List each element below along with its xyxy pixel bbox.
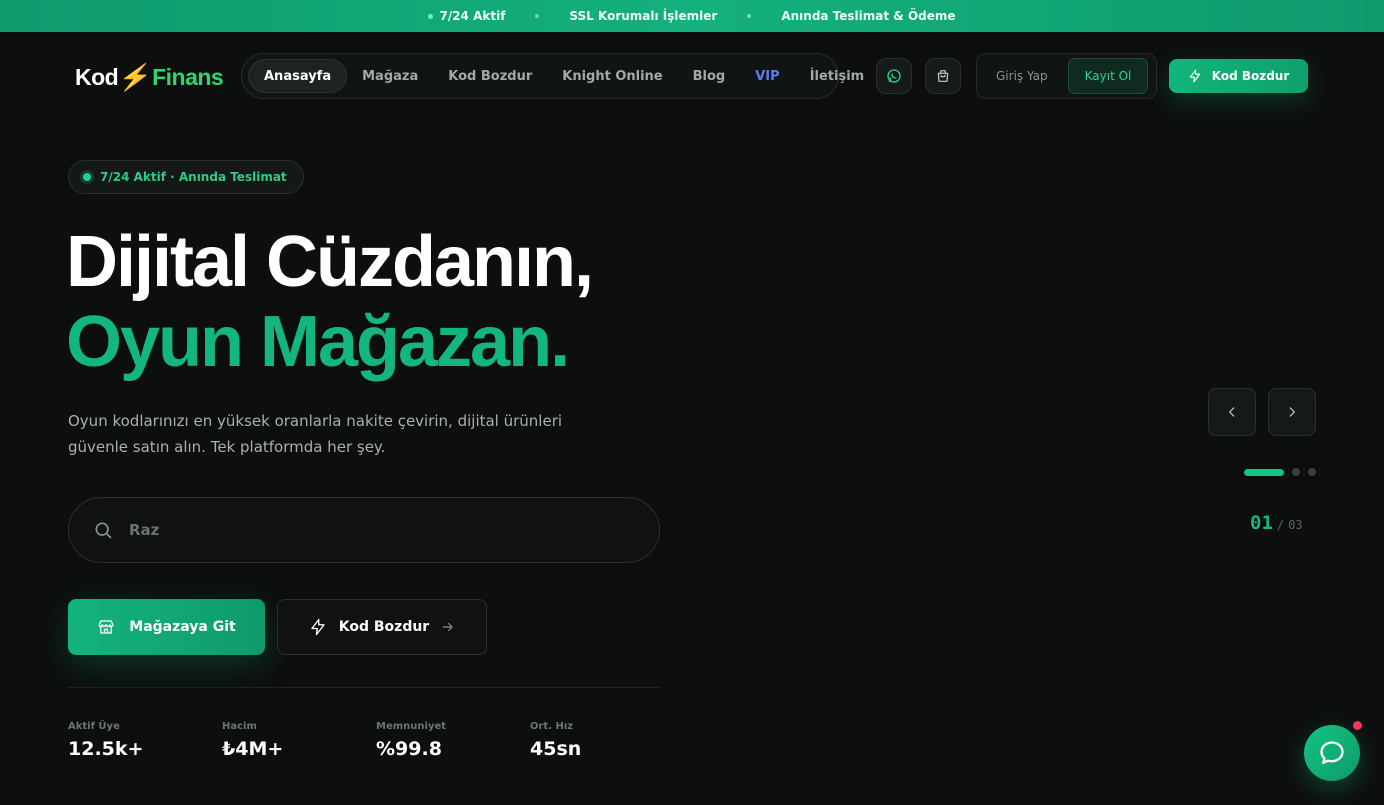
slide-current: 01 [1250, 512, 1273, 534]
search-box [68, 497, 660, 563]
stat-label: Ort. Hız [530, 721, 574, 732]
nav-item-anasayfa[interactable]: Anasayfa [248, 59, 348, 93]
nav-item-iletisim[interactable]: İletişim [795, 59, 880, 93]
logo-text-finans: Finans [152, 63, 224, 90]
stat-value: 12.5k+ [68, 738, 144, 760]
nav-item-knight-online[interactable]: Knight Online [547, 59, 677, 93]
store-icon [98, 620, 114, 634]
status-badge: 7/24 Aktif · Anında Teslimat [68, 160, 304, 194]
separator-dot [535, 14, 540, 18]
go-to-store-button[interactable]: Mağazaya Git [68, 599, 265, 655]
hero-title-line1: Dijital Cüzdanın, [66, 222, 594, 302]
hero-title: Dijital Cüzdanın, Oyun Mağazan. [66, 222, 726, 382]
slider-prev-button[interactable] [1208, 388, 1256, 436]
announcement-text: 7/24 Aktif [439, 9, 506, 23]
lightning-icon [1189, 69, 1200, 83]
hero-description: Oyun kodlarınızı en yüksek oranlarla nak… [68, 412, 563, 456]
chevron-right-icon [1289, 407, 1295, 417]
stat-value: ₺4M+ [222, 738, 284, 760]
status-badge-text: 7/24 Aktif · Anında Teslimat [100, 170, 287, 184]
announcement-item-ssl: SSL Korumalı İşlemler [569, 9, 717, 23]
cart-button[interactable] [925, 58, 961, 94]
announcement-text: Anında Teslimat & Ödeme [781, 9, 956, 23]
slider-dots [1244, 468, 1316, 476]
secondary-button-label: Kod Bozdur [338, 619, 430, 635]
search-icon [95, 522, 112, 539]
slide-counter: 01/03 [1250, 512, 1303, 534]
slider-dot-3[interactable] [1308, 468, 1316, 476]
announcement-bar: 7/24 Aktif SSL Korumalı İşlemler Anında … [0, 0, 1384, 32]
stat-volume: Hacim ₺4M+ [222, 721, 283, 760]
separator-dot [747, 14, 752, 18]
main-nav: Anasayfa Mağaza Kod Bozdur Knight Online… [241, 53, 864, 99]
primary-button-label: Mağazaya Git [129, 619, 236, 635]
logo-text-kod: Kod [75, 63, 119, 90]
stat-value: 45sn [530, 738, 582, 760]
slider-dot-1[interactable] [1244, 468, 1284, 476]
chat-bubble-icon [1320, 741, 1344, 765]
chevron-left-icon [1229, 407, 1235, 417]
nav-item-vip[interactable]: VIP [740, 59, 794, 93]
site-logo[interactable]: Kod ⚡ Finans [75, 60, 224, 94]
whatsapp-button[interactable] [876, 58, 912, 94]
site-header: Kod ⚡ Finans Anasayfa Mağaza Kod Bozdur … [0, 32, 1384, 120]
announcement-item-247: 7/24 Aktif [428, 9, 505, 23]
live-dot-icon [428, 13, 434, 19]
stat-avg-speed: Ort. Hız 45sn [530, 721, 581, 760]
stat-active-members: Aktif Üye 12.5k+ [68, 721, 143, 760]
slider-next-button[interactable] [1268, 388, 1316, 436]
hero-title-line2: Oyun Mağazan. [66, 302, 570, 382]
stat-value: %99.8 [376, 738, 442, 760]
header-cta-label: Kod Bozdur [1211, 69, 1290, 83]
slide-separator: / [1276, 518, 1285, 532]
slider-dot-2[interactable] [1292, 468, 1300, 476]
stat-label: Aktif Üye [68, 721, 120, 732]
auth-group: Giriş Yap Kayıt Ol [976, 53, 1157, 99]
nav-item-magaza[interactable]: Mağaza [347, 59, 433, 93]
login-button[interactable]: Giriş Yap [982, 59, 1062, 93]
shopping-bag-icon [937, 70, 949, 82]
arrow-right-icon [442, 622, 453, 632]
stat-label: Memnuniyet [376, 721, 447, 732]
announcement-text: SSL Korumalı İşlemler [569, 9, 718, 23]
lightning-icon [311, 618, 325, 636]
nav-item-blog[interactable]: Blog [678, 59, 741, 93]
slide-total: 03 [1288, 518, 1303, 532]
whatsapp-icon [887, 69, 901, 83]
nav-item-kod-bozdur[interactable]: Kod Bozdur [433, 59, 547, 93]
status-dot-icon [83, 173, 91, 181]
announcement-item-delivery: Anında Teslimat & Ödeme [781, 9, 955, 23]
notification-dot [1353, 721, 1362, 730]
search-input[interactable] [129, 521, 659, 539]
live-chat-button[interactable] [1304, 721, 1362, 781]
header-kod-bozdur-button[interactable]: Kod Bozdur [1169, 59, 1308, 93]
stat-satisfaction: Memnuniyet %99.8 [376, 721, 446, 760]
kod-bozdur-button[interactable]: Kod Bozdur [277, 599, 487, 655]
register-button[interactable]: Kayıt Ol [1067, 58, 1149, 94]
stat-label: Hacim [222, 721, 257, 732]
stats-divider [68, 687, 660, 688]
lightning-bolt-icon: ⚡ [116, 61, 154, 92]
